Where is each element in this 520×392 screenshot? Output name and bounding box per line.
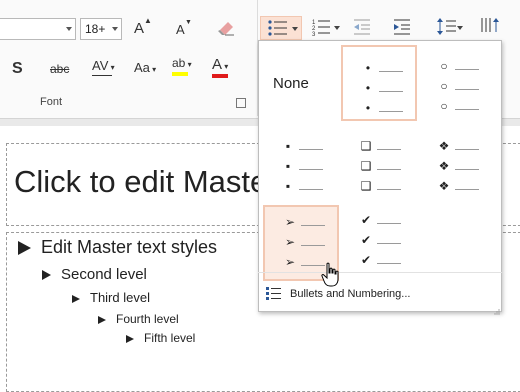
bullet-option-hollow-round[interactable]: ○ ○ ○ [419, 45, 495, 121]
text-level-5: Fifth level [126, 331, 195, 345]
hand-cursor-icon [320, 262, 342, 293]
filled-square-icon: ▪ [285, 159, 291, 173]
highlight-label: ab [172, 56, 186, 70]
text-direction-button[interactable] [478, 14, 502, 41]
font-size-combobox[interactable]: 18+ [80, 18, 122, 40]
svg-text:3: 3 [312, 32, 316, 38]
shrink-font-icon: A [176, 22, 185, 37]
checkmark-icon: ✔ [360, 213, 372, 227]
bullet-option-none[interactable]: None [263, 45, 339, 121]
font-name-combobox[interactable] [0, 18, 76, 40]
font-dialog-launcher-icon[interactable] [236, 98, 246, 108]
font-color-button[interactable]: A ▾ [212, 56, 228, 78]
text-level-3-label: Third level [90, 290, 150, 305]
arrow-bullet-icon [98, 315, 106, 324]
shrink-font-button[interactable]: A ▼ [176, 19, 192, 37]
highlight-button[interactable]: ab ▾ [172, 56, 192, 76]
hollow-circle-icon: ○ [440, 99, 448, 113]
text-level-4-label: Fourth level [116, 312, 179, 326]
numbered-list-icon: 1 2 3 [312, 20, 340, 38]
shadow-label: S [12, 60, 23, 77]
bullet-list-icon [268, 20, 298, 36]
arrow-bullet-icon [72, 294, 80, 303]
font-color-label: A [212, 56, 223, 73]
numbering-button[interactable]: 1 2 3 [310, 16, 344, 43]
checkmark-icon: ✔ [360, 253, 372, 267]
resize-grip-icon[interactable] [494, 302, 500, 315]
checkmark-icon: ✔ [360, 233, 372, 247]
arrow-bullet-icon: ➢ [284, 235, 296, 249]
bullet-option-filled-square[interactable]: ▪ ▪ ▪ [263, 125, 339, 201]
bullets-numbering-icon [266, 286, 282, 305]
font-size-value: 18+ [85, 22, 106, 36]
title-placeholder-text: Click to edit Maste [14, 164, 268, 199]
strikethrough-button[interactable]: abc [50, 62, 69, 76]
grow-font-button[interactable]: A ▲ [134, 16, 152, 37]
hollow-square-icon: ❑ [360, 139, 372, 153]
text-level-1-label: Edit Master text styles [41, 237, 218, 257]
clear-formatting-button[interactable] [216, 18, 236, 43]
hollow-circle-icon: ○ [440, 59, 448, 73]
filled-square-icon: ▪ [285, 179, 291, 193]
diamond-star-icon: ❖ [438, 159, 450, 173]
menu-footer-separator [258, 272, 502, 273]
hollow-square-icon: ❑ [360, 179, 372, 193]
case-label: Aa [134, 60, 150, 75]
arrow-bullet-icon [126, 334, 134, 343]
spacing-label: AV [92, 58, 109, 73]
strikethrough-label: abc [50, 62, 70, 76]
bullet-option-star[interactable]: ❖ ❖ ❖ [419, 125, 495, 201]
small-dot-icon: • [365, 81, 371, 95]
diamond-star-icon: ❖ [438, 139, 450, 153]
text-level-2: Second level [42, 266, 147, 283]
grow-font-icon: A [134, 20, 145, 37]
arrow-bullet-icon: ➢ [284, 255, 296, 269]
small-dot-icon: • [365, 101, 371, 115]
diamond-star-icon: ❖ [438, 179, 450, 193]
text-level-3: Third level [72, 290, 150, 305]
text-level-1: Edit Master text styles [18, 237, 217, 258]
change-case-button[interactable]: Aa ▾ [134, 60, 156, 75]
bullet-option-checkmark[interactable]: ✔ ✔ ✔ [341, 205, 417, 281]
bullets-button[interactable] [260, 16, 302, 40]
text-level-5-label: Fifth level [144, 331, 196, 345]
small-dot-icon: • [365, 61, 371, 75]
text-direction-icon [481, 18, 499, 32]
bullets-and-numbering-menu-item[interactable]: Bullets and Numbering... [290, 288, 410, 300]
shadow-button[interactable]: S [12, 60, 23, 78]
filled-square-icon: ▪ [285, 139, 291, 153]
text-level-4: Fourth level [98, 312, 179, 326]
bullet-option-hollow-square[interactable]: ❑ ❑ ❑ [341, 125, 417, 201]
arrow-bullet-icon [18, 241, 31, 256]
arrow-bullet-icon [42, 270, 51, 281]
line-spacing-icon [437, 18, 463, 35]
line-spacing-button[interactable] [436, 16, 464, 43]
character-spacing-button[interactable]: AV ▾ [92, 58, 115, 76]
none-label: None [273, 75, 309, 92]
hollow-square-icon: ❑ [360, 159, 372, 173]
increase-indent-icon [394, 19, 410, 35]
text-level-2-label: Second level [61, 266, 147, 283]
increase-indent-button[interactable] [392, 18, 412, 41]
eraser-icon [218, 22, 234, 36]
arrow-bullet-icon: ➢ [284, 215, 296, 229]
decrease-indent-icon [354, 19, 370, 35]
hollow-circle-icon: ○ [440, 79, 448, 93]
decrease-indent-button[interactable] [352, 18, 372, 41]
font-group-label: Font [40, 96, 63, 108]
bullet-option-filled-round[interactable]: • • • [341, 45, 417, 121]
